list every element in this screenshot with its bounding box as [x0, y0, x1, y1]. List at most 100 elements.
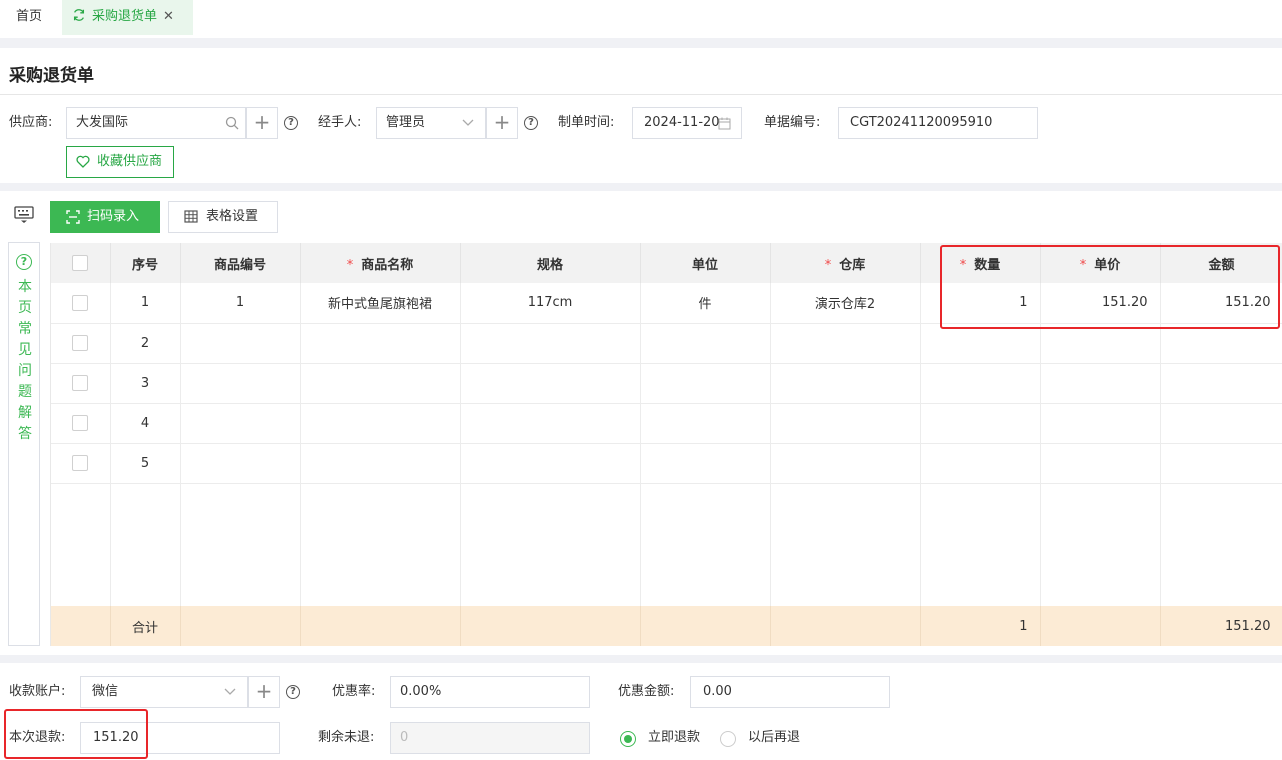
row-checkbox[interactable]	[72, 455, 89, 471]
docno-input[interactable]: CGT20241120095910	[838, 107, 1038, 139]
refund-now-radio[interactable]	[620, 731, 636, 747]
tab-purchase-return[interactable]: 采购退货单 ✕	[62, 0, 193, 35]
date-input[interactable]: 2024-11-20	[632, 107, 742, 139]
cell-spec[interactable]	[460, 363, 641, 404]
date-value: 2024-11-20	[644, 115, 720, 130]
help-icon[interactable]: ?	[524, 116, 538, 130]
cell-amount[interactable]	[1160, 403, 1282, 444]
cell-unit[interactable]	[640, 403, 771, 444]
cell-warehouse[interactable]	[770, 363, 921, 404]
table-row[interactable]: 5	[51, 443, 1282, 484]
row-select-cell[interactable]	[51, 363, 111, 404]
search-icon[interactable]	[225, 116, 239, 130]
keyboard-icon[interactable]	[14, 206, 34, 224]
cell-warehouse[interactable]	[770, 323, 921, 364]
col-price-label: 单价	[1094, 257, 1121, 273]
calendar-icon[interactable]	[718, 117, 731, 130]
cell-warehouse[interactable]	[770, 403, 921, 444]
cell-amount[interactable]: 151.20	[1160, 283, 1282, 324]
cell-name[interactable]: 新中式鱼尾旗袍裙	[300, 283, 461, 324]
cell-code[interactable]	[180, 443, 301, 484]
table-settings-button[interactable]: 表格设置	[168, 201, 278, 233]
cell-qty[interactable]	[920, 363, 1041, 404]
favorite-supplier-button[interactable]: 收藏供应商	[66, 146, 174, 178]
required-mark: *	[346, 257, 354, 273]
account-select[interactable]: 微信	[80, 676, 248, 708]
cell-price[interactable]	[1040, 323, 1161, 364]
cell-index: 5	[110, 443, 181, 484]
cell-name[interactable]	[300, 363, 461, 404]
discount-amount-input[interactable]: 0.00	[690, 676, 890, 708]
cell-spec[interactable]	[460, 323, 641, 364]
refund-later-label[interactable]: 以后再退	[748, 722, 800, 754]
supplier-value: 大发国际	[76, 115, 129, 130]
refund-now-label[interactable]: 立即退款	[648, 722, 700, 754]
divider-band	[0, 655, 1282, 663]
chevron-down-icon	[224, 688, 236, 695]
cell-spec[interactable]	[460, 443, 641, 484]
cell-price[interactable]	[1040, 443, 1161, 484]
cell-spec[interactable]	[460, 403, 641, 444]
scan-entry-button[interactable]: 扫码录入	[50, 201, 160, 233]
row-checkbox[interactable]	[72, 375, 89, 391]
cell-name[interactable]	[300, 443, 461, 484]
table-row[interactable]: 2	[51, 323, 1282, 364]
refund-input[interactable]: 151.20	[80, 722, 280, 754]
cell-amount[interactable]	[1160, 323, 1282, 364]
cell-spec[interactable]: 117cm	[460, 283, 641, 324]
help-icon[interactable]: ?	[284, 116, 298, 130]
table-row[interactable]: 1 1 新中式鱼尾旗袍裙 117cm 件 演示仓库2 1 151.20 151.…	[51, 283, 1282, 324]
cell-price[interactable]	[1040, 403, 1161, 444]
cell-qty[interactable]	[920, 323, 1041, 364]
cell-price[interactable]	[1040, 363, 1161, 404]
cell-unit[interactable]	[640, 443, 771, 484]
cell-name[interactable]	[300, 403, 461, 444]
cell-amount[interactable]	[1160, 363, 1282, 404]
row-select-cell[interactable]	[51, 403, 111, 444]
select-all-checkbox[interactable]	[72, 255, 89, 271]
row-select-cell[interactable]	[51, 443, 111, 484]
help-icon[interactable]: ?	[286, 685, 300, 699]
row-checkbox[interactable]	[72, 335, 89, 351]
cell-code[interactable]	[180, 403, 301, 444]
row-select-cell[interactable]	[51, 323, 111, 364]
tab-home[interactable]: 首页	[0, 0, 58, 35]
cell-code[interactable]	[180, 363, 301, 404]
add-handler-button[interactable]: +	[486, 107, 518, 139]
add-supplier-button[interactable]: +	[246, 107, 278, 139]
handler-select[interactable]: 管理员	[376, 107, 486, 139]
cell-name[interactable]	[300, 323, 461, 364]
select-all-cell[interactable]	[51, 243, 111, 283]
table-row[interactable]: 4	[51, 403, 1282, 444]
row-select-cell[interactable]	[51, 283, 111, 324]
cell-amount[interactable]	[1160, 443, 1282, 484]
supplier-input[interactable]: 大发国际	[66, 107, 246, 139]
add-account-button[interactable]: +	[248, 676, 280, 708]
cell-code[interactable]	[180, 323, 301, 364]
cell-unit[interactable]	[640, 363, 771, 404]
discount-amount-value: 0.00	[703, 684, 732, 699]
refund-later-radio[interactable]	[720, 731, 736, 747]
row-checkbox[interactable]	[72, 415, 89, 431]
refresh-icon[interactable]	[72, 8, 86, 22]
divider	[0, 94, 1282, 95]
cell-unit[interactable]: 件	[640, 283, 771, 324]
col-code: 商品编号	[180, 243, 301, 283]
close-icon[interactable]: ✕	[163, 0, 174, 34]
table-row[interactable]: 3	[51, 363, 1282, 404]
cell-qty[interactable]	[920, 403, 1041, 444]
cell-code[interactable]: 1	[180, 283, 301, 324]
cell-qty[interactable]	[920, 443, 1041, 484]
cell-unit[interactable]	[640, 323, 771, 364]
faq-panel[interactable]: ? 本页常见问题解答	[8, 242, 40, 646]
cell-qty[interactable]: 1	[920, 283, 1041, 324]
cell-warehouse[interactable]: 演示仓库2	[770, 283, 921, 324]
discount-rate-input[interactable]: 0.00%	[390, 676, 590, 708]
discount-amount-label: 优惠金额:	[618, 684, 675, 699]
cell-price[interactable]: 151.20	[1040, 283, 1161, 324]
required-mark: *	[824, 257, 832, 273]
cell-warehouse[interactable]	[770, 443, 921, 484]
col-qty-label: 数量	[974, 257, 1001, 273]
row-checkbox[interactable]	[72, 294, 89, 311]
chevron-down-icon	[462, 119, 474, 126]
